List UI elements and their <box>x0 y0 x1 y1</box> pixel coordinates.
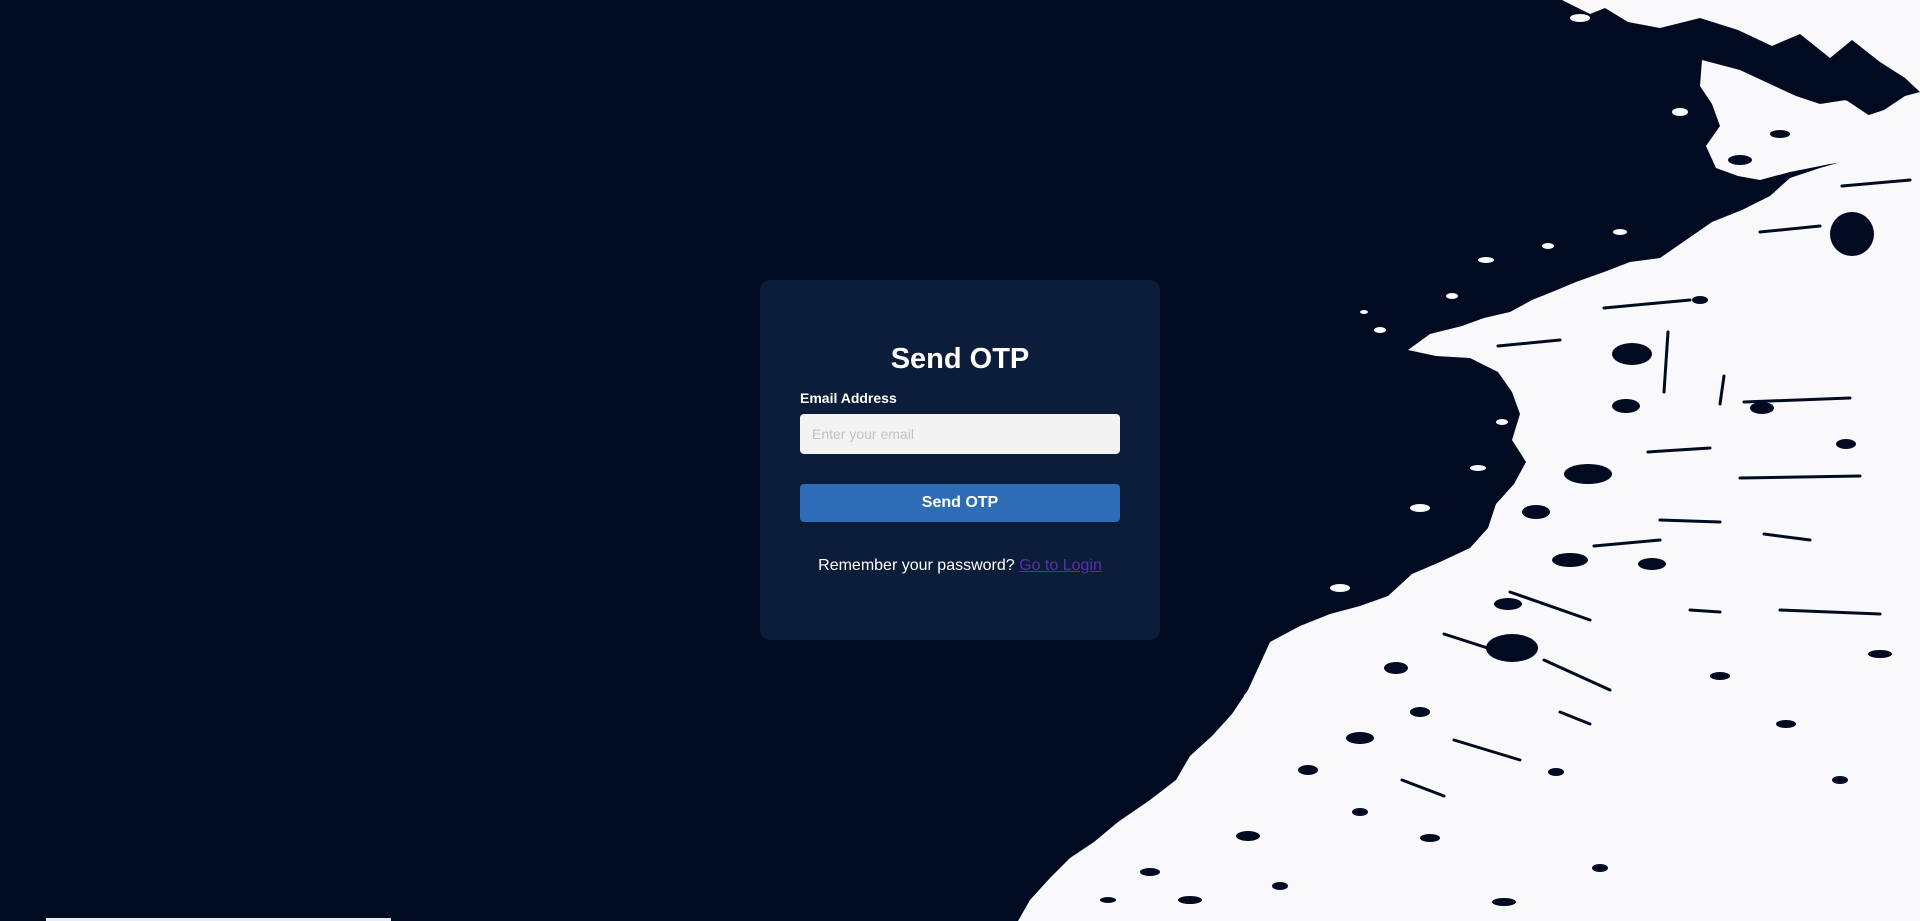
page-background: Send OTP Email Address Send OTP Remember… <box>0 0 1920 921</box>
email-label: Email Address <box>800 390 897 406</box>
login-prompt-text: Remember your password? <box>818 557 1015 574</box>
send-otp-card: Send OTP Email Address Send OTP Remember… <box>760 280 1160 640</box>
go-to-login-link[interactable]: Go to Login <box>1019 557 1102 574</box>
email-input[interactable] <box>800 414 1120 454</box>
login-prompt: Remember your password? Go to Login <box>800 556 1120 576</box>
send-otp-button[interactable]: Send OTP <box>800 484 1120 522</box>
page-title: Send OTP <box>890 343 1030 375</box>
